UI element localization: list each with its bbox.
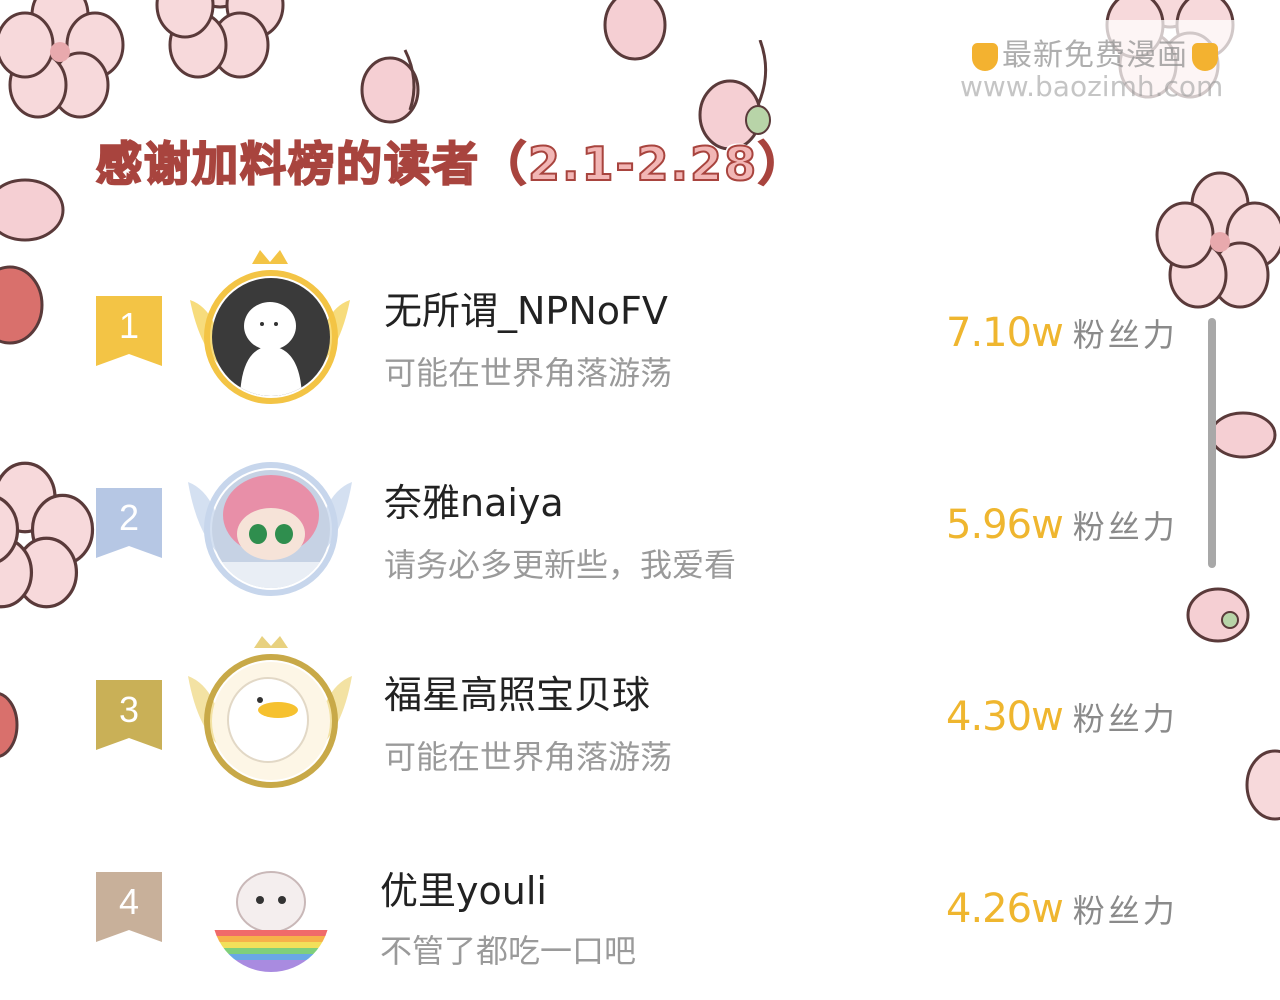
avatar[interactable]: [212, 278, 330, 396]
leaderboard-page: 最新免费漫画 www.baozimh.com 感谢加料榜的读者（2.1-2.28…: [0, 0, 1280, 1000]
fans-power: 7.10w 粉丝力: [946, 310, 1178, 356]
white-figure-avatar-icon: [212, 278, 330, 396]
user-name[interactable]: 福星高照宝贝球: [384, 664, 650, 719]
fans-unit: 粉丝力: [1072, 508, 1178, 546]
user-name[interactable]: 优里youli: [380, 860, 547, 915]
rank-number: 4: [118, 881, 140, 922]
ranking-row[interactable]: 4 优里youli 不管了都吃一口吧 4.26w 粉丝力: [0, 816, 1200, 976]
fans-unit: 粉丝力: [1072, 316, 1178, 354]
rank-badge: 1: [96, 296, 162, 366]
fans-power: 4.30w 粉丝力: [946, 694, 1178, 740]
user-name[interactable]: 奈雅naiya: [384, 472, 564, 527]
avatar-frame-gold: [180, 240, 360, 410]
ranking-row[interactable]: 3 福星高照宝贝球 可能在世界角落游荡 4.30w 粉丝力: [0, 624, 1200, 788]
ranking-row[interactable]: 1 无所谓_NPNoFV 可能在世界角落游荡 7.10w 粉丝力: [0, 240, 1200, 404]
avatar[interactable]: [212, 662, 330, 780]
fans-value: 4.30w: [946, 694, 1064, 740]
fans-value: 4.26w: [946, 886, 1064, 932]
ranking-list: 1 无所谓_NPNoFV 可能在世界角落游荡 7.10w 粉丝力 2 奈雅nai…: [0, 0, 1280, 1000]
rank-number: 3: [118, 689, 140, 730]
fans-power: 5.96w 粉丝力: [946, 502, 1178, 548]
white-hamster-rainbow-scarf-avatar-icon: [212, 854, 330, 972]
user-signature: 请务必多更新些，我爱看: [384, 546, 737, 584]
rank-number: 1: [118, 305, 140, 346]
fans-power: 4.26w 粉丝力: [946, 886, 1178, 932]
user-signature: 可能在世界角落游荡: [384, 738, 673, 776]
fans-value: 7.10w: [946, 310, 1064, 356]
avatar-frame-bronze: [180, 624, 360, 794]
user-signature: 可能在世界角落游荡: [384, 354, 673, 392]
rank-badge: 4: [96, 872, 162, 942]
avatar-frame-plain: [180, 816, 360, 986]
pink-hair-plush-avatar-icon: [212, 470, 330, 588]
avatar-frame-silver: [180, 432, 360, 602]
avatar[interactable]: [212, 854, 330, 972]
rank-badge: 3: [96, 680, 162, 750]
fans-value: 5.96w: [946, 502, 1064, 548]
white-duck-avatar-icon: [212, 662, 330, 780]
rank-badge: 2: [96, 488, 162, 558]
user-signature: 不管了都吃一口吧: [380, 932, 637, 970]
avatar[interactable]: [212, 470, 330, 588]
ranking-row[interactable]: 2 奈雅naiya 请务必多更新些，我爱看 5.96w 粉丝力: [0, 432, 1200, 596]
fans-unit: 粉丝力: [1072, 892, 1178, 930]
rank-number: 2: [118, 497, 140, 538]
fans-unit: 粉丝力: [1072, 700, 1178, 738]
user-name[interactable]: 无所谓_NPNoFV: [384, 280, 668, 335]
